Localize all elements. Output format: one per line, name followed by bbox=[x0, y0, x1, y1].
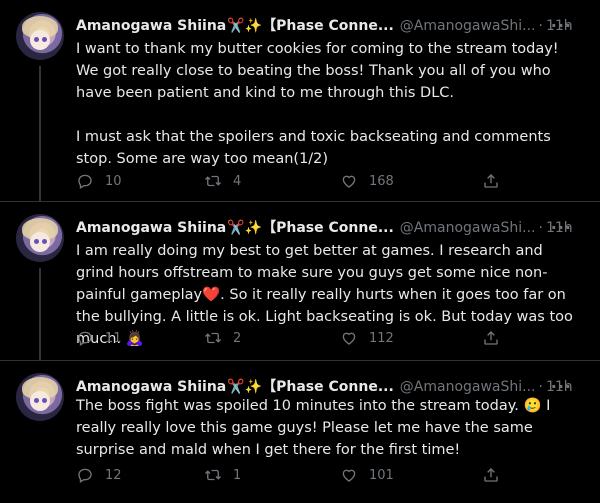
like-button[interactable]: 101 bbox=[340, 465, 394, 485]
display-name[interactable]: Amanogawa Shiina bbox=[76, 18, 226, 34]
tweet-header: Amanogawa Shiina✂️✨【Phase Conne... @Amano… bbox=[76, 16, 590, 36]
like-button[interactable]: 168 bbox=[340, 171, 394, 191]
reply-icon bbox=[78, 331, 92, 346]
scissors-emoji: ✂️ bbox=[227, 379, 245, 395]
scissors-emoji: ✂️ bbox=[227, 18, 245, 34]
tweet-3[interactable]: Amanogawa Shiina✂️✨【Phase Conne... @Amano… bbox=[0, 361, 600, 503]
tweet-text-part: The boss fight was spoiled 10 minutes in… bbox=[76, 398, 524, 414]
display-name-tag[interactable]: 【Phase Conne... bbox=[262, 220, 394, 236]
share-button[interactable] bbox=[482, 171, 500, 191]
share-button[interactable] bbox=[482, 465, 500, 485]
like-icon bbox=[342, 332, 356, 345]
tweet-actions: 10 4 168 bbox=[76, 171, 516, 191]
retweet-icon bbox=[205, 332, 221, 344]
sparkle-emoji: ✨ bbox=[244, 18, 263, 34]
thread-connector bbox=[39, 66, 41, 201]
retweet-button[interactable]: 2 bbox=[204, 328, 241, 348]
like-count: 112 bbox=[369, 330, 394, 346]
retweet-button[interactable]: 4 bbox=[204, 171, 241, 191]
heart-emoji: ❤️ bbox=[202, 287, 221, 303]
retweet-count: 1 bbox=[233, 467, 242, 483]
separator-dot: · bbox=[538, 18, 543, 34]
scissors-emoji: ✂️ bbox=[227, 220, 245, 236]
display-name-tag[interactable]: 【Phase Conne... bbox=[262, 18, 394, 34]
thread-connector bbox=[39, 268, 41, 360]
share-button[interactable] bbox=[482, 328, 500, 348]
reply-button[interactable]: 10 bbox=[76, 171, 122, 191]
reply-count: 12 bbox=[105, 467, 122, 483]
tweet-1[interactable]: Amanogawa Shiina✂️✨【Phase Conne... @Amano… bbox=[0, 0, 600, 201]
more-icon[interactable]: ··· bbox=[551, 16, 572, 36]
reply-button[interactable]: 11 bbox=[76, 328, 122, 348]
smiling-tear-emoji: 🥲 bbox=[523, 398, 542, 414]
user-handle[interactable]: @AmanogawaShi... bbox=[400, 379, 536, 395]
like-icon bbox=[342, 175, 356, 188]
tweet-header: Amanogawa Shiina✂️✨【Phase Conne... @Amano… bbox=[76, 218, 590, 238]
display-name[interactable]: Amanogawa Shiina bbox=[76, 379, 226, 395]
retweet-button[interactable]: 1 bbox=[204, 465, 241, 485]
tweet-thread: Amanogawa Shiina✂️✨【Phase Conne... @Amano… bbox=[0, 0, 600, 503]
like-button[interactable]: 112 bbox=[340, 328, 394, 348]
like-count: 168 bbox=[369, 173, 394, 189]
retweet-icon bbox=[205, 469, 221, 481]
retweet-count: 4 bbox=[233, 173, 242, 189]
retweet-count: 2 bbox=[233, 330, 242, 346]
avatar[interactable] bbox=[16, 214, 64, 262]
share-icon bbox=[484, 331, 498, 345]
user-handle[interactable]: @AmanogawaShi... bbox=[400, 18, 536, 34]
more-icon[interactable]: ··· bbox=[551, 218, 572, 238]
reply-count: 10 bbox=[105, 173, 122, 189]
user-handle[interactable]: @AmanogawaShi... bbox=[400, 220, 536, 236]
separator-dot: · bbox=[538, 220, 543, 236]
tweet-actions: 12 1 101 bbox=[76, 465, 516, 485]
reply-count: 11 bbox=[105, 330, 122, 346]
tweet-header: Amanogawa Shiina✂️✨【Phase Conne... @Amano… bbox=[76, 377, 590, 397]
avatar[interactable] bbox=[16, 12, 64, 60]
reply-icon bbox=[78, 468, 92, 483]
separator-dot: · bbox=[538, 379, 543, 395]
more-icon[interactable]: ··· bbox=[551, 377, 572, 397]
like-count: 101 bbox=[369, 467, 394, 483]
tweet-actions: 11 2 112 bbox=[76, 328, 516, 348]
sparkle-emoji: ✨ bbox=[244, 220, 263, 236]
share-icon bbox=[484, 468, 498, 482]
display-name[interactable]: Amanogawa Shiina bbox=[76, 220, 226, 236]
reply-icon bbox=[78, 174, 92, 189]
tweet-2[interactable]: Amanogawa Shiina✂️✨【Phase Conne... @Amano… bbox=[0, 202, 600, 360]
avatar[interactable] bbox=[16, 373, 64, 421]
reply-button[interactable]: 12 bbox=[76, 465, 122, 485]
sparkle-emoji: ✨ bbox=[244, 379, 263, 395]
tweet-text: The boss fight was spoiled 10 minutes in… bbox=[76, 395, 576, 461]
tweet-text: I want to thank my butter cookies for co… bbox=[76, 41, 559, 167]
like-icon bbox=[342, 469, 356, 482]
display-name-tag[interactable]: 【Phase Conne... bbox=[262, 379, 394, 395]
share-icon bbox=[484, 174, 498, 188]
retweet-icon bbox=[205, 175, 221, 187]
